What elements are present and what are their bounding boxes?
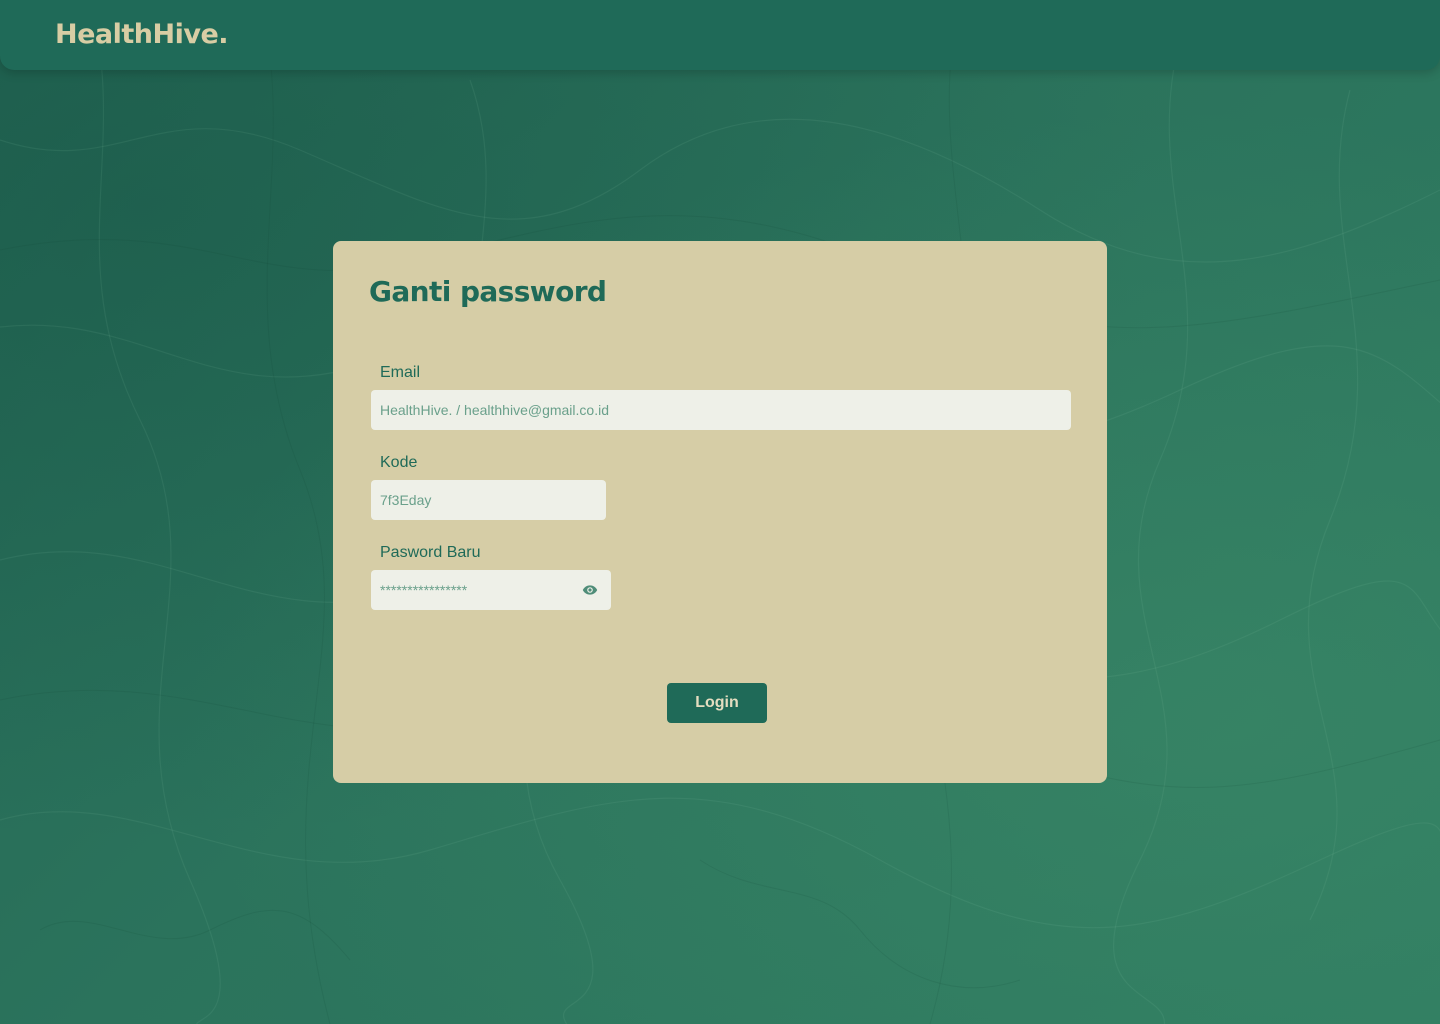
top-navbar: HealthHive. [0,0,1440,70]
code-label: Kode [380,454,418,471]
login-button[interactable]: Login [667,683,767,723]
page-title: Ganti password [369,275,607,308]
brand-logo[interactable]: HealthHive. [55,17,229,53]
change-password-card: Ganti password Email Kode Pasword Baru L… [333,241,1107,783]
code-field-container [371,480,606,520]
email-input[interactable] [380,390,1060,430]
code-input[interactable] [380,480,596,520]
new-password-input[interactable] [380,570,570,610]
email-label: Email [380,364,421,381]
new-password-field-container [371,570,611,610]
new-password-label: Pasword Baru [380,544,481,561]
eye-icon[interactable] [581,582,599,598]
email-field-container [371,390,1071,430]
